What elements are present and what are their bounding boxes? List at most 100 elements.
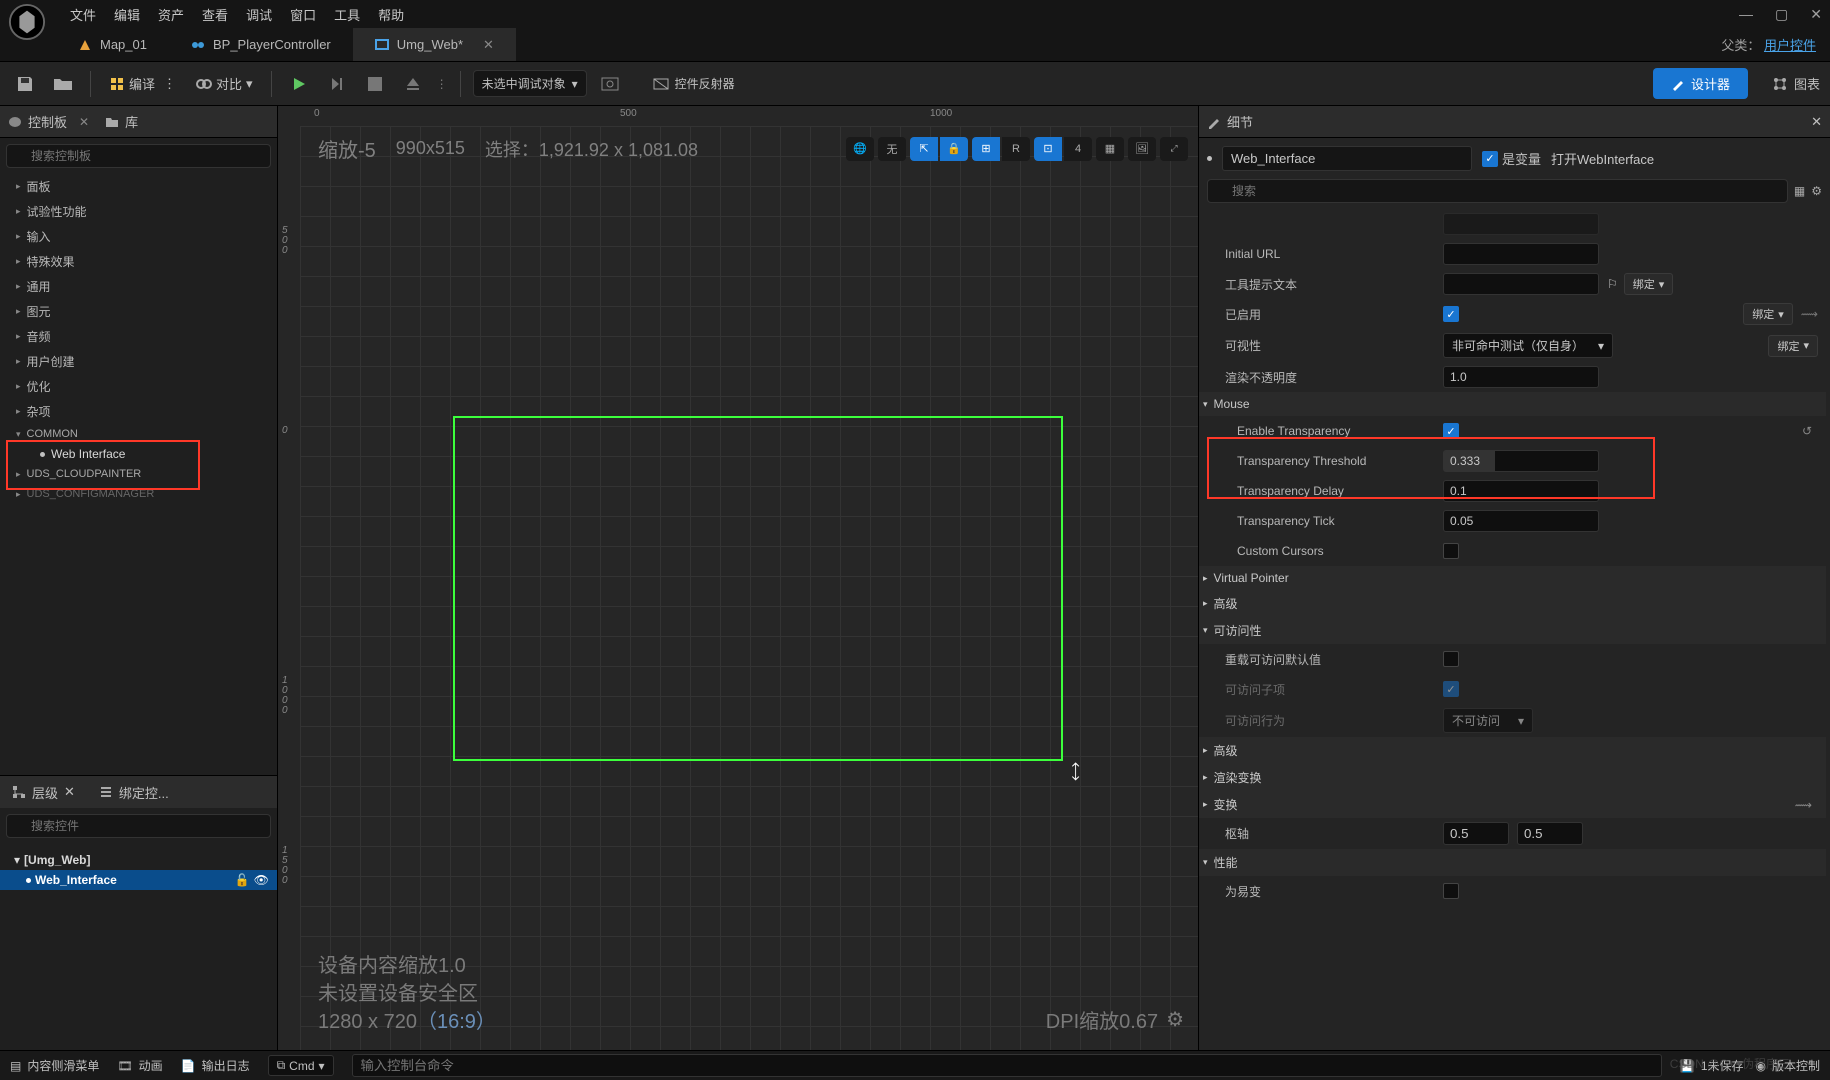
pivot-y-input[interactable] — [1517, 822, 1583, 845]
r-button[interactable]: R — [1002, 137, 1030, 161]
grid-snap-value[interactable]: 4 — [1064, 137, 1092, 161]
render-opacity-input[interactable] — [1443, 366, 1599, 388]
palette-category[interactable]: 图元 — [0, 299, 277, 324]
compile-button[interactable]: 编译 ⋮ — [103, 74, 182, 93]
access-children-checkbox[interactable]: ✓ — [1443, 681, 1459, 697]
palette-category[interactable]: UDS_CLOUDPAINTER — [0, 464, 277, 484]
is-variable-checkbox[interactable]: ✓是变量 — [1482, 149, 1541, 168]
close-icon[interactable]: ✕ — [64, 784, 75, 800]
reset-icon[interactable]: ⟿ — [1795, 798, 1812, 812]
palette-category-common[interactable]: COMMON — [0, 424, 277, 444]
parent-class-link[interactable]: 用户控件 — [1764, 38, 1816, 53]
palette-item-web-interface[interactable]: Web Interface — [0, 444, 277, 464]
designer-canvas[interactable]: 0 500 1000 1500 2000 500 0 1000 1500 缩放-… — [278, 106, 1198, 1050]
grid-view-icon[interactable]: ▦ — [1794, 184, 1805, 198]
access-behavior-select[interactable]: 不可访问▾ — [1443, 708, 1533, 733]
advanced-icon[interactable]: ⟿ — [1801, 307, 1818, 321]
category-render-transform[interactable]: 渲染变换 — [1199, 764, 1826, 791]
transparency-delay-input[interactable] — [1443, 480, 1599, 502]
palette-category[interactable]: 通用 — [0, 274, 277, 299]
category-accessibility[interactable]: 可访问性 — [1199, 617, 1826, 644]
content-drawer-button[interactable]: ▤内容侧滑菜单 — [10, 1057, 99, 1074]
localization-button[interactable]: 🌐 — [846, 137, 874, 161]
zoom-fit-button[interactable]: ⤢ — [1160, 137, 1188, 161]
designer-mode-button[interactable]: 设计器 — [1653, 68, 1748, 99]
palette-category[interactable]: 面板 — [0, 174, 277, 199]
palette-category[interactable]: 音频 — [0, 324, 277, 349]
hierarchy-search-input[interactable] — [6, 814, 271, 838]
step-button[interactable] — [322, 69, 352, 99]
library-tab[interactable]: 库 — [105, 112, 138, 131]
is-volatile-checkbox[interactable] — [1443, 883, 1459, 899]
menu-window[interactable]: 窗口 — [290, 5, 316, 24]
bind-button[interactable]: 绑定▾ — [1743, 303, 1793, 325]
selection-rectangle[interactable] — [453, 416, 1063, 761]
enabled-checkbox[interactable]: ✓ — [1443, 306, 1459, 322]
reset-icon[interactable]: ↺ — [1802, 424, 1812, 438]
pivot-x-input[interactable] — [1443, 822, 1509, 845]
details-search-input[interactable] — [1207, 179, 1788, 203]
visibility-select[interactable]: 非可命中测试（仅自身）▾ — [1443, 333, 1613, 358]
menu-edit[interactable]: 编辑 — [114, 5, 140, 24]
layout-transform-toggle[interactable]: ⇱ — [910, 137, 938, 161]
category-performance[interactable]: 性能 — [1199, 849, 1826, 876]
tab-umg-web[interactable]: Umg_Web* ✕ — [353, 28, 516, 61]
category-advanced-2[interactable]: 高级 — [1199, 737, 1826, 764]
open-web-interface-link[interactable]: 打开WebInterface — [1551, 149, 1654, 168]
outline-toggle[interactable]: ▦ — [1096, 137, 1124, 161]
bind-widgets-tab[interactable]: 绑定控... — [87, 776, 181, 808]
transparency-tick-input[interactable] — [1443, 510, 1599, 532]
maximize-icon[interactable]: ▢ — [1775, 6, 1788, 23]
details-body[interactable]: Initial URL 工具提示文本 ⚐ 绑定▾ 已启用 ✓ 绑定▾ ⟿ 可视性… — [1199, 209, 1830, 1050]
diff-button[interactable]: 对比 ▾ — [190, 74, 259, 93]
category-advanced[interactable]: 高级 — [1199, 590, 1826, 617]
menu-help[interactable]: 帮助 — [378, 5, 404, 24]
menu-asset[interactable]: 资产 — [158, 5, 184, 24]
flag-icon[interactable]: ⚐ — [1607, 277, 1618, 291]
find-in-bp-button[interactable] — [595, 69, 625, 99]
initial-url-input[interactable] — [1443, 243, 1599, 265]
eject-button[interactable] — [398, 69, 428, 99]
palette-category[interactable]: 用户创建 — [0, 349, 277, 374]
close-icon[interactable]: ✕ — [1811, 114, 1822, 130]
tooltip-input[interactable] — [1443, 273, 1599, 295]
cmd-select[interactable]: ⧉ Cmd ▾ — [268, 1055, 334, 1076]
palette-category[interactable]: 特殊效果 — [0, 249, 277, 274]
custom-cursors-checkbox[interactable] — [1443, 543, 1459, 559]
dpi-scale[interactable]: DPI缩放0.67 ⚙ — [1046, 1005, 1184, 1034]
debug-target-select[interactable]: 未选中调试对象▾ — [473, 70, 587, 97]
menu-debug[interactable]: 调试 — [246, 5, 272, 24]
minimize-icon[interactable]: — — [1739, 6, 1753, 23]
position-snap-toggle[interactable]: ⊞ — [972, 137, 1000, 161]
graph-mode-button[interactable]: 图表 — [1772, 74, 1820, 93]
palette-category[interactable]: 试验性功能 — [0, 199, 277, 224]
palette-category[interactable]: 输入 — [0, 224, 277, 249]
play-button[interactable] — [284, 69, 314, 99]
close-icon[interactable]: ✕ — [1810, 6, 1822, 23]
lock-toggle[interactable]: 🔒 — [940, 137, 968, 161]
override-access-checkbox[interactable] — [1443, 651, 1459, 667]
eye-icon[interactable]: 👁 — [254, 873, 269, 887]
palette-body[interactable]: 面板 试验性功能 输入 特殊效果 通用 图元 音频 用户创建 优化 杂项 COM… — [0, 174, 277, 775]
category-mouse[interactable]: Mouse — [1199, 392, 1826, 416]
grid-snap-toggle[interactable]: ⊡ — [1034, 137, 1062, 161]
bind-button[interactable]: 绑定▾ — [1768, 335, 1818, 357]
save-button[interactable] — [10, 69, 40, 99]
menu-file[interactable]: 文件 — [70, 5, 96, 24]
lock-icon[interactable]: 🔓 — [235, 873, 250, 887]
hierarchy-root[interactable]: ▾[Umg_Web] — [0, 850, 277, 870]
bind-button[interactable]: 绑定▾ — [1624, 273, 1674, 295]
image-preview-toggle[interactable]: 🖼 — [1128, 137, 1156, 161]
console-input[interactable] — [352, 1054, 1662, 1077]
menu-tools[interactable]: 工具 — [334, 5, 360, 24]
tab-close-icon[interactable]: ✕ — [483, 37, 494, 53]
tab-playercontroller[interactable]: BP_PlayerController — [169, 28, 353, 61]
widget-reflector-button[interactable]: 控件反射器 — [653, 75, 735, 92]
category-virtual-pointer[interactable]: Virtual Pointer — [1199, 566, 1826, 590]
close-icon[interactable]: ✕ — [79, 115, 89, 129]
stop-button[interactable] — [360, 69, 390, 99]
enable-transparency-checkbox[interactable]: ✓ — [1443, 423, 1459, 439]
no-lang-button[interactable]: 无 — [878, 137, 906, 161]
palette-category[interactable]: 杂项 — [0, 399, 277, 424]
menu-view[interactable]: 查看 — [202, 5, 228, 24]
